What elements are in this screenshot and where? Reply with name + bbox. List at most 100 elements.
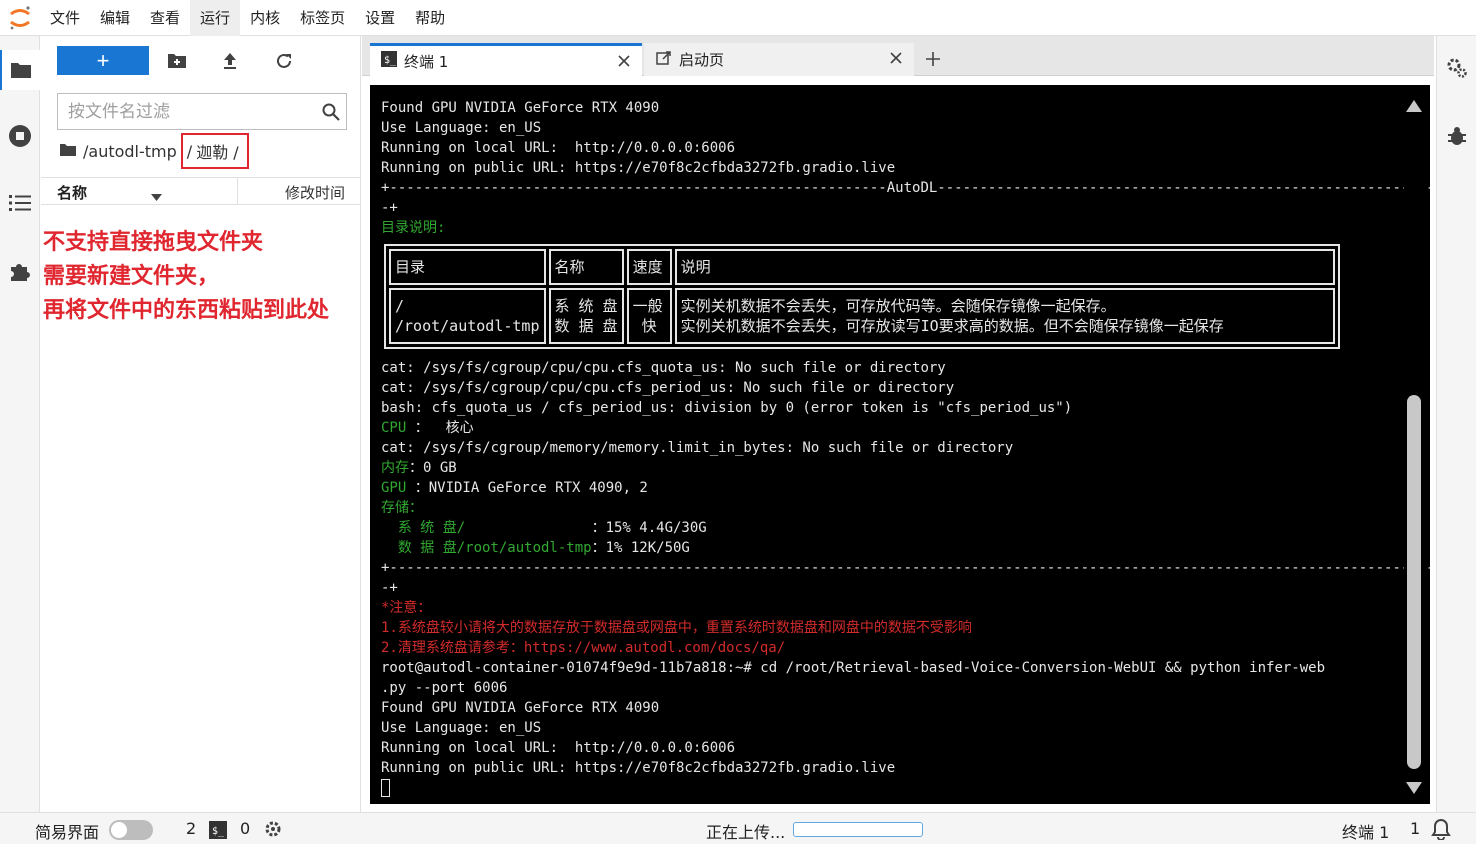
terminal-text: Running on public URL: https://e70f8c2cf… [381,160,896,176]
terminal-line: CPU ： 核心 [381,418,1430,438]
gears-icon[interactable] [1437,48,1476,88]
terminal-line: 目录说明: [381,218,1430,238]
terminal-text: GPU [381,480,415,496]
terminal-line: 数 据 盘/root/autodl-tmp：1% 12K/50G [381,538,1430,558]
tab-label: 终端 1 [404,52,449,71]
terminal-text: Running on public URL: https://e70f8c2cf… [381,760,896,776]
terminal-text: Found GPU NVIDIA GeForce RTX 4090 [381,100,660,116]
notification-count: 1 [1410,819,1421,838]
breadcrumb-highlight-box: / 迦勒 / [180,133,249,169]
terminal-text: .py --port 6006 [381,680,508,696]
tab-label: 启动页 [679,51,725,69]
terminal-text: +---------------------------------------… [381,560,1430,576]
terminal-view[interactable]: Found GPU NVIDIA GeForce RTX 4090 Use Lan… [370,85,1430,804]
column-name-header[interactable]: 名称 [57,182,87,203]
new-folder-icon[interactable] [164,48,190,74]
terminal-line: -+ [381,198,1430,218]
refresh-icon[interactable] [271,48,297,74]
terminal-text: 数 据 盘/root/autodl-tmp [381,540,592,556]
terminal-line: Use Language: en_US [381,718,1430,738]
menu-file[interactable]: 文件 [40,0,90,36]
annotation-line: 需要新建文件夹， [43,264,220,289]
terminal-text: 2.清理系统盘请参考：https://www.autodl.com/docs/q… [381,640,786,656]
debugger-icon[interactable] [1437,116,1476,156]
terminal-text: -+ [381,580,398,596]
terminal-text: cat: /sys/fs/cgroup/cpu/cpu.cfs_period_u… [381,380,955,396]
menu-settings[interactable]: 设置 [355,0,405,36]
puzzle-icon[interactable] [0,252,40,292]
scroll-down-arrow-icon[interactable] [1406,779,1422,798]
breadcrumb-separator: / [186,141,193,161]
close-icon[interactable] [616,53,632,69]
list-icon[interactable] [0,183,40,223]
stop-circle-icon[interactable] [0,116,40,156]
upload-progress-bar [793,822,923,837]
terminal-text: ：15% 4.4G/30G [591,520,707,536]
terminal-text: 系 统 盘/ [381,520,592,536]
terminal-line: Running on local URL: http://0.0.0.0:600… [381,738,1430,758]
menu-view[interactable]: 查看 [140,0,190,36]
terminal-text: ：NVIDIA GeForce RTX 4090, 2 [414,480,648,496]
table-cell: 一般 快 [626,288,672,344]
prompt-line [381,778,1430,798]
table-cell: / /root/autodl-tmp [389,288,546,344]
terminal-text: ：1% 12K/50G [591,540,690,556]
sort-caret-icon[interactable] [151,187,162,205]
add-tab-button[interactable] [918,44,948,74]
terminal-text: +---------------------------------------… [381,180,1430,196]
terminal-line: 2.清理系统盘请参考：https://www.autodl.com/docs/q… [381,638,1430,658]
file-list-header: 名称 修改时间 [41,177,361,205]
menu-run[interactable]: 运行 [190,0,241,36]
scroll-up-arrow-icon[interactable] [1406,97,1422,116]
terminal-text: root@autodl-container-01074f9e9d-11b7a81… [381,660,1326,676]
bell-icon[interactable] [1431,818,1451,844]
table-cell: 系 统 盘 数 据 盘 [548,288,624,344]
left-activity-bar [0,36,40,812]
breadcrumb-root[interactable]: /autodl-tmp [83,142,177,161]
search-icon[interactable] [316,103,346,121]
table-cell: 实例关机数据不会丢失，可存放代码等。会随保存镜像一起保存。 实例关机数据不会丢失… [674,288,1335,344]
svg-text:$_: $_ [212,826,225,837]
terminal-count[interactable]: 2 [186,819,196,838]
breadcrumb-folder-icon[interactable] [59,142,77,161]
tab-launcher[interactable]: 启动页 [644,43,914,76]
close-icon[interactable] [888,50,904,66]
kernel-gear-icon[interactable] [264,820,282,842]
menu-help[interactable]: 帮助 [405,0,455,36]
terminal-text: bash: cfs_quota_us / cfs_period_us: divi… [381,400,1073,416]
right-activity-bar [1436,36,1476,812]
terminal-line: *注意： [381,598,1430,618]
terminal-line: Running on local URL: http://0.0.0.0:600… [381,138,1430,158]
column-modified-header[interactable]: 修改时间 [285,182,345,203]
terminal-icon[interactable]: $_ [209,821,227,843]
menu-kernel[interactable]: 内核 [240,0,290,36]
tab-terminal-1[interactable]: $_ 终端 1 [370,43,642,76]
terminal-text: 存储： [381,500,423,516]
terminal-text: Running on local URL: http://0.0.0.0:600… [381,140,736,156]
scrollbar-thumb[interactable] [1407,395,1421,769]
terminal-output: Found GPU NVIDIA GeForce RTX 4090 Use Lan… [381,98,1430,798]
terminal-text: ：0 GB [409,460,457,476]
terminal-line: +---------------------------------------… [381,558,1430,578]
breadcrumb: /autodl-tmp / 迦勒 / [59,133,249,169]
simple-mode-toggle[interactable] [109,820,153,840]
filter-input[interactable] [58,95,316,128]
terminal-text: CPU [381,420,415,436]
table-header-cell: 速度 [626,249,672,285]
breadcrumb-current[interactable]: 迦勒 / [196,139,238,163]
table-header-cell: 目录 [389,249,546,285]
menu-edit[interactable]: 编辑 [90,0,140,36]
kernel-count[interactable]: 0 [240,819,250,838]
table-header-cell: 名称 [548,249,624,285]
folder-icon[interactable] [0,50,40,90]
simple-mode-label: 简易界面 [35,823,100,842]
menu-bar: 文件 编辑 查看 运行 内核 标签页 设置 帮助 [0,0,1476,36]
current-mode-label[interactable]: 终端 1 [1342,819,1389,843]
terminal-line: -+ [381,578,1430,598]
terminal-scrollbar[interactable] [1404,85,1424,804]
terminal-text: Found GPU NVIDIA GeForce RTX 4090 [381,700,660,716]
terminal-line: Found GPU NVIDIA GeForce RTX 4090 [381,698,1430,718]
menu-tabs[interactable]: 标签页 [290,0,355,36]
upload-icon[interactable] [217,48,243,74]
new-launcher-button[interactable]: + [57,46,149,75]
